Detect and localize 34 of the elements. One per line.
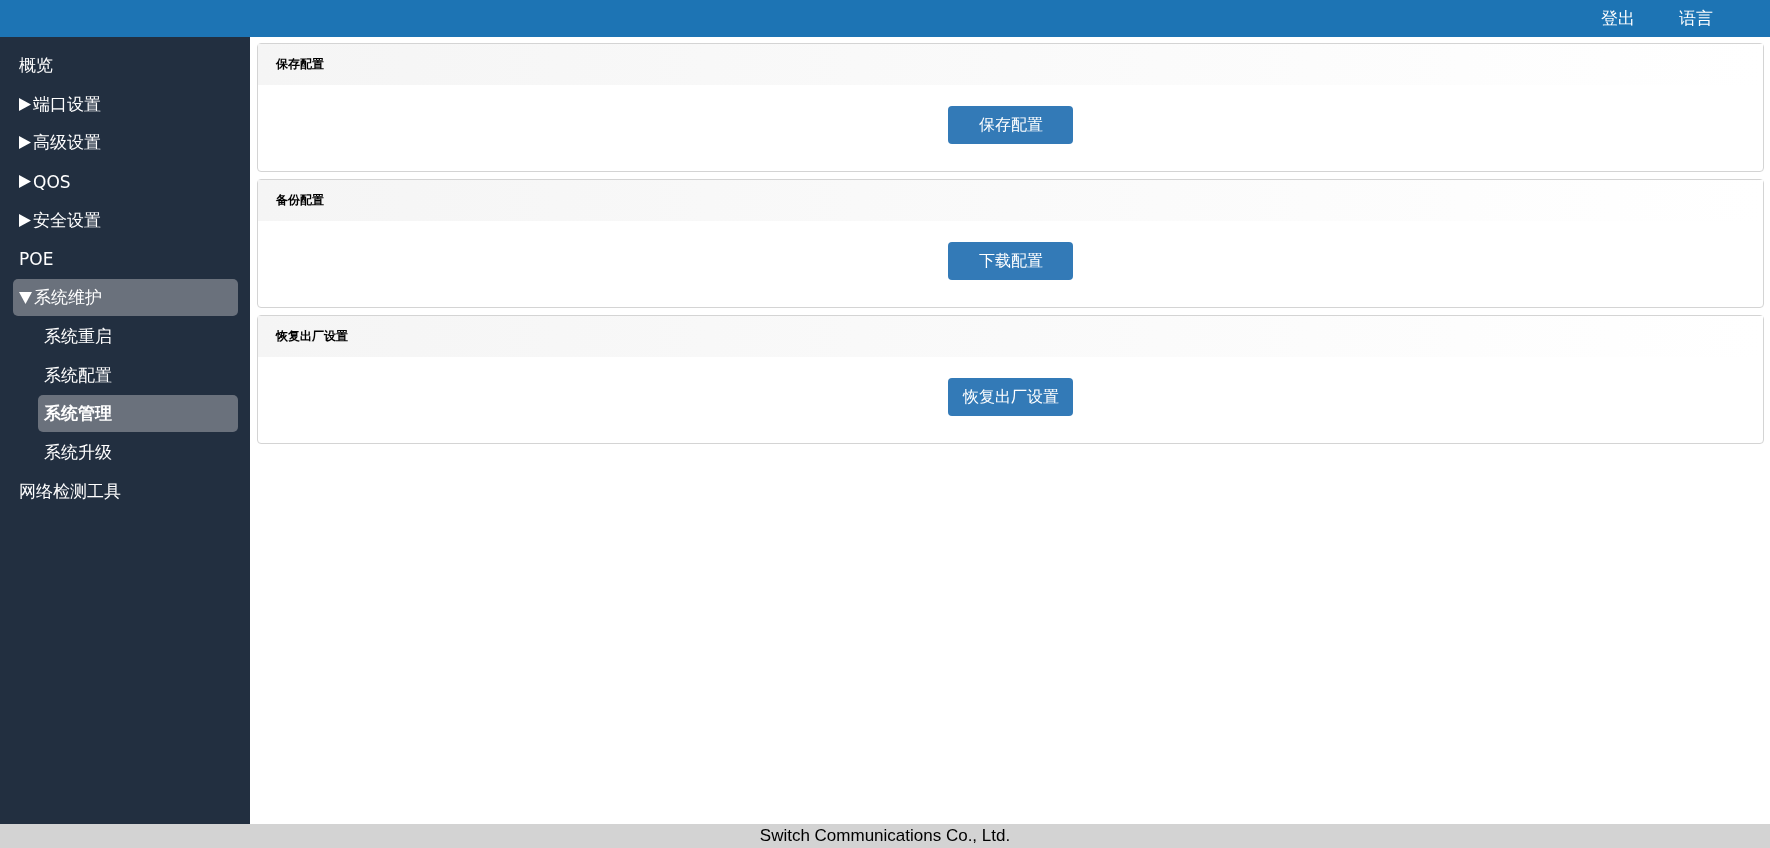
panel-title: 恢复出厂设置 <box>258 316 1763 357</box>
sidebar-subitem[interactable]: 系统重启 <box>38 317 238 355</box>
action-button[interactable]: 下载配置 <box>948 242 1073 280</box>
sidebar-item-label: QOS <box>33 171 71 192</box>
sidebar-subitem[interactable]: 系统升级 <box>38 433 238 471</box>
caret-right-icon <box>19 97 31 111</box>
sidebar-subitem[interactable]: 系统管理 <box>38 395 238 433</box>
sidebar-item-label: 高级设置 <box>33 131 101 155</box>
action-button[interactable]: 保存配置 <box>948 106 1073 144</box>
caret-right-icon <box>19 213 31 227</box>
header-link[interactable]: 登出 <box>1601 7 1635 30</box>
sidebar-item[interactable]: 安全设置 <box>13 201 238 239</box>
action-button[interactable]: 恢复出厂设置 <box>948 378 1073 416</box>
sidebar-item[interactable]: POE <box>13 240 238 278</box>
header-link[interactable]: 语言 <box>1679 7 1713 30</box>
sidebar-item-label: 网络检测工具 <box>19 479 121 503</box>
caret-right-icon <box>19 175 31 189</box>
panel-title: 保存配置 <box>258 44 1763 85</box>
sidebar-item[interactable]: 网络检测工具 <box>13 472 238 510</box>
sidebar-item[interactable]: 概览 <box>13 47 238 84</box>
panel-title: 备份配置 <box>258 180 1763 221</box>
caret-right-icon <box>19 136 31 150</box>
caret-down-icon <box>19 291 32 304</box>
sidebar-item-label: 概览 <box>19 54 53 77</box>
footer: Switch Communications Co., Ltd. <box>0 824 1770 848</box>
sidebar-item-label: POE <box>19 248 54 269</box>
sidebar-item-label: 安全设置 <box>33 208 101 232</box>
sidebar-item[interactable]: QOS <box>13 163 238 201</box>
sidebar-item-label: 系统维护 <box>34 286 102 310</box>
sidebar-item[interactable]: 端口设置 <box>13 85 238 123</box>
sidebar-item[interactable]: 高级设置 <box>13 124 238 162</box>
sidebar-subitem[interactable]: 系统配置 <box>38 356 238 394</box>
sidebar-item[interactable]: 系统维护 <box>13 279 238 317</box>
sidebar-item-label: 端口设置 <box>33 92 101 116</box>
